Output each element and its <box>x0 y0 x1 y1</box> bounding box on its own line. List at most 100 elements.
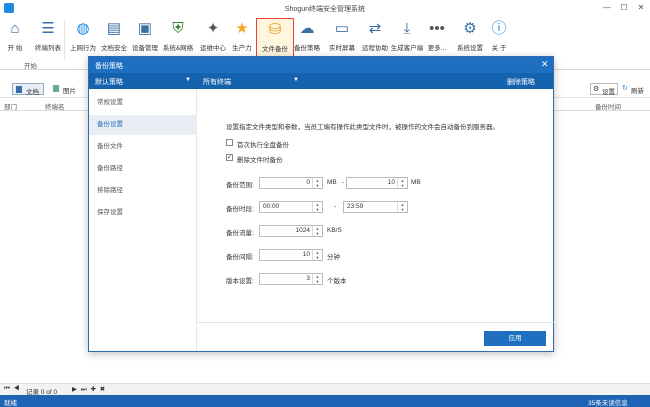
interval-label: 备份间隔: <box>226 254 254 261</box>
range-max-unit: MB <box>411 179 421 186</box>
interval-value: 10 <box>302 251 310 258</box>
ribbon-button-label: 设备管理 <box>132 45 158 52</box>
ribbon-button-download[interactable]: ⤓ 生成客户端 <box>390 18 424 58</box>
apply-button[interactable]: 应用 <box>484 331 546 346</box>
ribbon-button-remote[interactable]: ⇄ 远程协助 <box>360 18 390 58</box>
dialog-nav: 常规设置 备份设置 备份文件 备份路径 排除路径 保存设置 <box>89 89 197 351</box>
range-max-value: 10 <box>387 179 395 186</box>
ribbon-button-label: 关 于 <box>491 45 507 52</box>
range-min-value: 0 <box>306 179 310 186</box>
ribbon-button-wand[interactable]: ✦ 运维中心 <box>198 18 228 58</box>
image-icon <box>53 85 59 92</box>
ribbon-button-label: 备份策略 <box>294 45 320 52</box>
ribbon-button-shield[interactable]: ⛨ 系统&网络 <box>162 18 194 58</box>
dialog-title: 备份策略 <box>95 63 123 70</box>
ribbon-button-label: 更多... <box>427 45 447 52</box>
range-max-input[interactable]: 10 ▲ ▼ <box>346 177 408 189</box>
delete-backup-checkbox[interactable]: ✓ <box>226 154 233 161</box>
ribbon-button-label: 远程协助 <box>362 45 388 52</box>
full-backup-checkbox[interactable] <box>226 139 233 146</box>
nav-general[interactable]: 常规设置 <box>89 93 197 113</box>
range-min-input[interactable]: 0 ▲ ▼ <box>259 177 323 189</box>
interval-input[interactable]: 10 ▲ ▼ <box>259 249 323 261</box>
stepper-icon[interactable]: ▲ ▼ <box>312 178 322 188</box>
ribbon-button-star[interactable]: ★ 生产力 <box>230 18 254 58</box>
terminal-dropdown[interactable]: 所有终端 ▼ <box>199 73 299 89</box>
flow-input[interactable]: 1024 ▲ ▼ <box>259 225 323 237</box>
flow-value: 1024 <box>295 227 310 234</box>
ribbon-button-more[interactable]: ••• 更多... <box>424 18 450 58</box>
stepper-icon[interactable]: ▲ ▼ <box>397 202 407 212</box>
window-title: Shogun终端安全管理系统 <box>284 6 366 13</box>
device-icon: ▣ <box>137 20 153 37</box>
time-end-value: 23:59 <box>347 203 364 210</box>
ribbon-button-gear[interactable]: ⚙ 系统设置 <box>454 18 486 58</box>
backup-policy-dialog: 备份策略 ✕ 默认策略 ▼ 所有终端 ▼ 删除策略 常规设置 备份设置 备份文件… <box>88 56 554 352</box>
stepper-icon[interactable]: ▲ ▼ <box>312 226 322 236</box>
ribbon-button-device[interactable]: ▣ 设备管理 <box>130 18 160 58</box>
col-backup-time[interactable]: 备份时间 <box>595 101 621 111</box>
ribbon-button-label: 终端列表 <box>35 45 61 52</box>
ribbon-button-label: 文件备份 <box>262 46 288 53</box>
stepper-icon[interactable]: ▲ ▼ <box>397 178 407 188</box>
title-bar: Shogun终端安全管理系统 — ☐ ✕ <box>0 0 650 16</box>
more-icon: ••• <box>429 20 445 37</box>
settings-button[interactable]: ⚙ 设置 <box>590 83 618 96</box>
ribbon-button-document[interactable]: ▤ 文档安全 <box>100 18 128 58</box>
wand-icon: ✦ <box>206 20 220 37</box>
ribbon-button-monitor[interactable]: ▭ 实时屏幕 <box>328 18 356 58</box>
chevron-down-icon: ▼ <box>185 77 191 83</box>
nav-save-settings[interactable]: 保存设置 <box>89 203 197 223</box>
ribbon-button-info[interactable]: ⓘ 关 于 <box>488 18 510 58</box>
refresh-icon: ↻ <box>622 85 628 92</box>
status-bar: 就绪 35条未读信息 <box>0 395 650 407</box>
refresh-button[interactable]: ↻ 刷新 <box>620 83 648 95</box>
ribbon-button-list[interactable]: ☰ 终端列表 <box>32 18 64 58</box>
pager-nav[interactable]: ⏮ ◀ <box>4 385 20 393</box>
version-input[interactable]: 3 ▲ ▼ <box>259 273 323 285</box>
star-icon: ★ <box>235 20 249 37</box>
policy-dropdown[interactable]: 默认策略 ▼ <box>89 73 193 89</box>
description-text: 设置指定文件类型和参数，当员工端有操作此类型文件时，被操作的文件会自动备份到服务… <box>226 124 499 131</box>
delete-policy-button[interactable]: 删除策略 <box>507 77 535 87</box>
close-window-button[interactable]: ✕ <box>634 2 648 14</box>
pager: ⏮ ◀ 记录 0 of 0 ▶ ⏭ ✚ ✖ <box>0 383 650 396</box>
col-department[interactable]: 部门 <box>4 101 17 111</box>
stepper-icon[interactable]: ▲ ▼ <box>312 202 322 212</box>
ribbon-button-home[interactable]: ⌂ 开 始 <box>2 18 28 58</box>
col-terminal[interactable]: 终端名 <box>45 101 65 111</box>
monitor-icon: ▭ <box>334 20 350 37</box>
nav-exclude-paths[interactable]: 排除路径 <box>89 181 197 201</box>
gear-icon: ⚙ <box>463 20 477 37</box>
doc-filter-button[interactable]: 文档 <box>12 83 44 96</box>
stepper-icon[interactable]: ▲ ▼ <box>312 250 322 260</box>
range-label: 备份范围: <box>226 182 254 189</box>
time-start-input[interactable]: 00:00 ▲ ▼ <box>259 201 323 213</box>
version-label: 版本设置: <box>226 278 254 285</box>
ribbon-button-label: 实时屏幕 <box>329 45 355 52</box>
list-icon: ☰ <box>41 20 55 37</box>
nav-backup-settings[interactable]: 备份设置 <box>89 115 197 135</box>
nav-backup-files[interactable]: 备份文件 <box>89 137 197 157</box>
time-dash: - <box>334 203 337 210</box>
remote-icon: ⇄ <box>368 20 382 37</box>
ribbon-button-label: 文档安全 <box>101 45 127 52</box>
image-filter-button[interactable]: 图片 <box>50 83 82 95</box>
time-end-input[interactable]: 23:59 ▲ ▼ <box>343 201 408 213</box>
chevron-down-icon: ▼ <box>293 77 299 83</box>
minimize-button[interactable]: — <box>600 2 614 14</box>
stepper-icon[interactable]: ▲ ▼ <box>312 274 322 284</box>
nav-backup-paths[interactable]: 备份路径 <box>89 159 197 179</box>
ribbon-button-globe[interactable]: ◍ 上网行为 <box>68 18 98 58</box>
home-icon: ⌂ <box>10 20 20 37</box>
ribbon-button-database[interactable]: ⛁ 文件备份 <box>256 18 294 58</box>
maximize-button[interactable]: ☐ <box>617 2 631 14</box>
pager-nav-next[interactable]: ▶ ⏭ ✚ ✖ <box>72 385 106 394</box>
ribbon-button-cloud[interactable]: ☁ 备份策略 <box>292 18 322 58</box>
dialog-close-icon[interactable]: ✕ <box>541 59 549 70</box>
full-backup-label: 首次执行全盘备份 <box>237 142 289 149</box>
ribbon-button-label: 生产力 <box>232 45 252 52</box>
policy-value: 默认策略 <box>95 79 123 86</box>
flow-unit: KB/S <box>327 227 342 234</box>
unread-messages[interactable]: 35条未读信息 <box>588 397 628 407</box>
